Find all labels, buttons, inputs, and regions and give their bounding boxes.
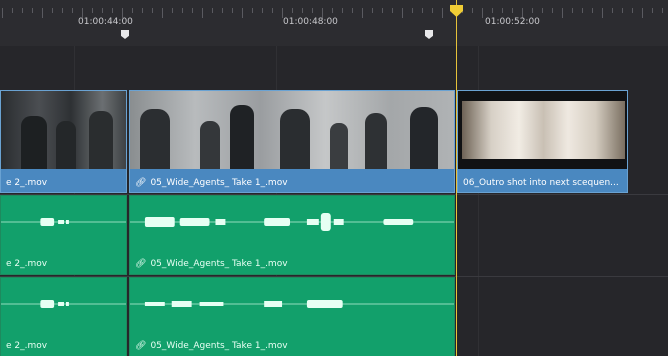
timeline: 01:00:44:00 01:00:48:00 01:00:52:00 e 2_… [0,0,668,356]
ruler-tick [192,8,193,13]
ruler-tick [472,8,473,13]
ruler-tick [262,8,263,13]
ruler-tick [302,8,303,13]
ruler-tick [142,8,143,13]
audio-clip[interactable]: e 2_.mov [0,195,127,275]
ruler-tick [442,8,443,18]
audio-clip[interactable]: e 2_.mov [0,277,127,356]
link-icon: 🔗︎ [135,341,147,351]
timecode-label: 01:00:44:00 [78,17,133,27]
timecode-ruler[interactable]: 01:00:44:00 01:00:48:00 01:00:52:00 [0,0,668,46]
ruler-tick [412,8,413,13]
ruler-tick [512,8,513,13]
ruler-tick [202,8,203,18]
ruler-tick [72,8,73,13]
ruler-tick [342,8,343,13]
ruler-tick [212,8,213,13]
ruler-tick [542,8,543,13]
clip-label: e 2_.mov [6,178,48,188]
clip-label: 🔗︎ 05_Wide_Agents_ Take 1_.mov [135,259,288,269]
ruler-tick [622,8,623,13]
video-clip[interactable]: 🔗︎ 05_Wide_Agents_ Take 1_.mov [129,90,455,193]
ruler-tick [182,8,183,13]
link-icon: 🔗︎ [135,178,147,188]
marker-icon[interactable] [121,30,129,39]
ruler-tick [552,8,553,13]
clip-label: e 2_.mov [6,259,48,269]
clip-label: 🔗︎ 05_Wide_Agents_ Take 1_.mov [135,178,288,188]
ruler-tick [132,8,133,13]
ruler-tick [402,8,403,18]
ruler-tick [352,8,353,13]
ruler-tick [172,8,173,13]
ruler-tick [2,8,3,18]
link-icon: 🔗︎ [135,259,147,269]
ruler-tick [12,8,13,13]
audio-clip[interactable]: 🔗︎ 05_Wide_Agents_ Take 1_.mov [129,195,455,275]
audio-waveform [1,300,126,308]
ruler-tick [562,8,563,18]
ruler-tick [372,8,373,13]
clip-label: e 2_.mov [6,341,48,351]
ruler-tick [222,8,223,13]
ruler-tick [102,8,103,13]
clip-label: 06_Outro shot into next scequen... [463,178,619,188]
audio-waveform [1,218,126,226]
ruler-tick [532,8,533,13]
ruler-tick [642,8,643,18]
ruler-tick [42,8,43,18]
ruler-tick [252,8,253,13]
ruler-tick [652,8,653,13]
ruler-tick [602,8,603,18]
marker-icon[interactable] [425,30,433,39]
ruler-tick [52,8,53,13]
ruler-tick [272,8,273,13]
ruler-tick [492,8,493,13]
ruler-tick [92,8,93,13]
ruler-tick [62,8,63,13]
ruler-tick [612,8,613,13]
audio-waveform [130,300,454,308]
ruler-tick [312,8,313,13]
ruler-tick [112,8,113,13]
ruler-tick [242,8,243,18]
ruler-tick [22,8,23,13]
ruler-tick [292,8,293,13]
ruler-tick [482,8,483,18]
ruler-tick [662,8,663,13]
clip-label: 🔗︎ 05_Wide_Agents_ Take 1_.mov [135,341,288,351]
ruler-tick [582,8,583,13]
ruler-tick [592,8,593,13]
ruler-tick [162,8,163,18]
ruler-tick [422,8,423,13]
ruler-tick [392,8,393,13]
timecode-label: 01:00:52:00 [485,17,540,27]
ruler-tick [332,8,333,13]
ruler-tick [382,8,383,13]
video-clip[interactable]: e 2_.mov [0,90,127,193]
ruler-tick [572,8,573,13]
audio-waveform [130,213,454,231]
playhead-line[interactable] [456,0,457,356]
video-clip[interactable]: 06_Outro shot into next scequen... [457,90,628,193]
ruler-tick [232,8,233,13]
timecode-label: 01:00:48:00 [283,17,338,27]
ruler-tick [152,8,153,13]
audio-clip[interactable]: 🔗︎ 05_Wide_Agents_ Take 1_.mov [129,277,455,356]
clip-thumbnails [1,91,126,169]
ruler-tick [502,8,503,13]
ruler-tick [432,8,433,13]
ruler-tick [632,8,633,13]
clip-thumbnails [458,91,627,169]
ruler-tick [32,8,33,13]
clip-thumbnails [130,91,454,169]
ruler-tick [362,8,363,18]
